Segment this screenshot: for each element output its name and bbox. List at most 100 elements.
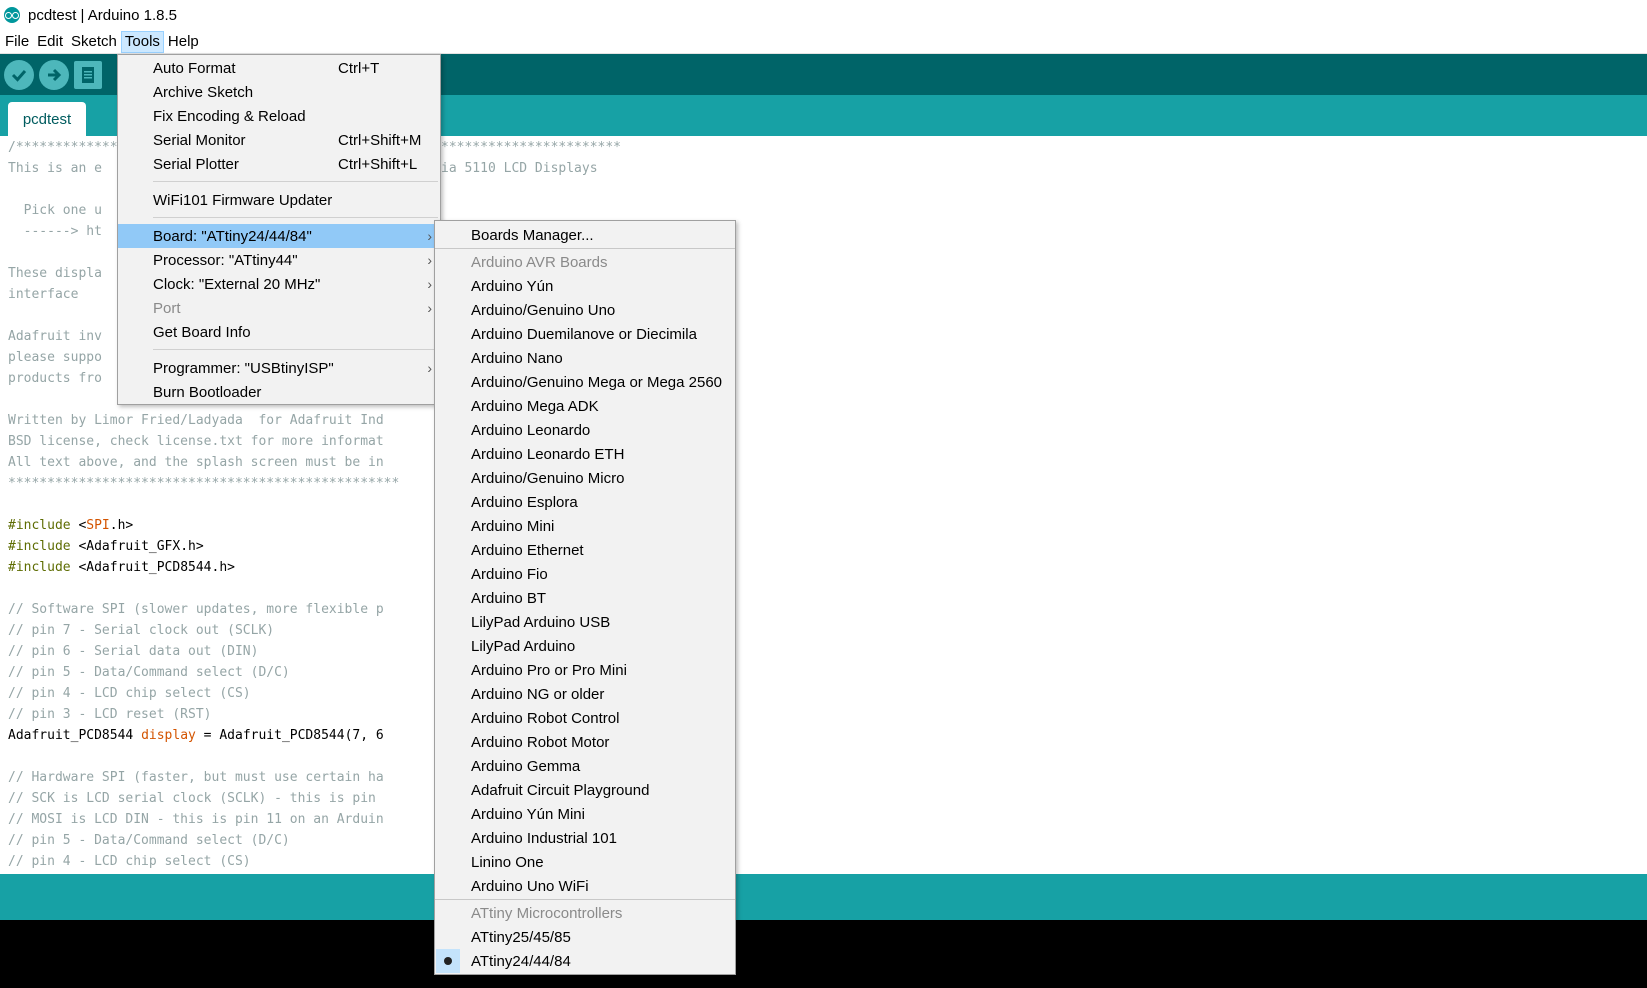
board-label: Arduino Pro or Pro Mini — [471, 661, 627, 679]
board-item[interactable]: Arduino Pro or Pro Mini — [435, 658, 735, 682]
menu-tools[interactable]: Tools — [120, 30, 164, 53]
menu-item-label: WiFi101 Firmware Updater — [153, 191, 333, 209]
board-item[interactable]: Arduino Esplora — [435, 490, 735, 514]
board-label: ATtiny Microcontrollers — [471, 904, 623, 922]
menu-file[interactable]: File — [1, 31, 33, 53]
menu-separator — [153, 217, 438, 218]
board-item[interactable]: Arduino NG or older — [435, 682, 735, 706]
menu-item-label: Auto Format — [153, 59, 236, 77]
menu-item-shortcut: Ctrl+Shift+L — [338, 155, 418, 173]
board-item[interactable]: Arduino Yún — [435, 274, 735, 298]
board-item[interactable]: Arduino Fio — [435, 562, 735, 586]
menu-item-shortcut: Ctrl+Shift+M — [338, 131, 422, 149]
board-label: Arduino Fio — [471, 565, 548, 583]
menu-item-label: Get Board Info — [153, 323, 251, 341]
boards-submenu: Boards Manager... Arduino AVR Boards Ardui… — [434, 220, 736, 975]
board-item[interactable]: Arduino/Genuino Uno — [435, 298, 735, 322]
code-line: // SCK is LCD serial clock (SCLK) - this… — [8, 791, 376, 806]
board-item[interactable]: Arduino Mini — [435, 514, 735, 538]
boards-manager-item[interactable]: Boards Manager... — [435, 223, 735, 247]
board-item[interactable]: Arduino Duemilanove or Diecimila — [435, 322, 735, 346]
board-label: Adafruit Circuit Playground — [471, 781, 650, 799]
verify-button[interactable] — [4, 59, 34, 90]
menu-item-label: Port — [153, 299, 181, 317]
board-item[interactable]: LilyPad Arduino — [435, 634, 735, 658]
menu-item-burn-bootloader[interactable]: Burn Bootloader — [118, 380, 440, 404]
board-item[interactable]: ATtiny24/44/84 — [435, 949, 735, 973]
board-item[interactable]: LilyPad Arduino USB — [435, 610, 735, 634]
upload-button[interactable] — [39, 59, 69, 90]
code-line: // pin 3 - LCD reset (RST) — [8, 707, 212, 722]
board-item[interactable]: Arduino Nano — [435, 346, 735, 370]
board-label: Arduino Nano — [471, 349, 563, 367]
chevron-right-icon: › — [427, 360, 432, 376]
board-item[interactable]: Arduino Ethernet — [435, 538, 735, 562]
board-item[interactable]: Arduino Yún Mini — [435, 802, 735, 826]
board-item[interactable]: ATtiny25/45/85 — [435, 925, 735, 949]
board-item[interactable]: Arduino Leonardo — [435, 418, 735, 442]
code-line: /************* — [8, 140, 118, 155]
menu-item-auto-format[interactable]: Auto Format Ctrl+T — [118, 56, 440, 80]
code-line: All text above, and the splash screen mu… — [8, 455, 384, 470]
tools-menu: Auto Format Ctrl+T Archive Sketch Fix En… — [117, 54, 441, 405]
status-bar — [0, 874, 1647, 920]
menu-item-clock[interactable]: Clock: "External 20 MHz" › — [118, 272, 440, 296]
menu-item-serial-plotter[interactable]: Serial Plotter Ctrl+Shift+L — [118, 152, 440, 176]
board-item[interactable]: Arduino Leonardo ETH — [435, 442, 735, 466]
menu-separator — [153, 181, 438, 182]
board-label: Boards Manager... — [471, 226, 594, 244]
board-item[interactable]: Arduino BT — [435, 586, 735, 610]
board-item[interactable]: Arduino Gemma — [435, 754, 735, 778]
board-item[interactable]: Linino One — [435, 850, 735, 874]
board-item[interactable]: Arduino/Genuino Micro — [435, 466, 735, 490]
board-label: Arduino Robot Motor — [471, 733, 610, 751]
title-bar: pcdtest | Arduino 1.8.5 — [0, 0, 1647, 30]
menu-item-fix-encoding[interactable]: Fix Encoding & Reload — [118, 104, 440, 128]
boards-group-header: ATtiny Microcontrollers — [435, 901, 735, 925]
chevron-right-icon: › — [427, 300, 432, 316]
board-label: ATtiny24/44/84 — [471, 952, 571, 970]
board-label: Linino One — [471, 853, 544, 871]
check-icon — [11, 69, 27, 82]
code-line: products fro — [8, 371, 102, 386]
code-line: please suppo — [8, 350, 102, 365]
board-item[interactable]: Arduino Robot Motor — [435, 730, 735, 754]
menu-sketch[interactable]: Sketch — [67, 31, 121, 53]
board-item[interactable]: Adafruit Circuit Playground — [435, 778, 735, 802]
code-line: This is an e — [8, 161, 102, 176]
code-line: // pin 7 - Serial clock out (SCLK) — [8, 623, 275, 638]
code-line: // pin 6 - Serial data out (DIN) — [8, 644, 259, 659]
menu-item-archive-sketch[interactable]: Archive Sketch — [118, 80, 440, 104]
board-label: Arduino BT — [471, 589, 547, 607]
chevron-right-icon: › — [427, 228, 432, 244]
menu-item-shortcut: Ctrl+T — [338, 59, 380, 77]
new-sketch-button[interactable] — [74, 60, 102, 89]
menu-item-label: Board: "ATtiny24/44/84" — [153, 227, 312, 245]
menu-help[interactable]: Help — [164, 31, 203, 53]
board-item[interactable]: Arduino Uno WiFi — [435, 874, 735, 898]
menu-item-board[interactable]: Board: "ATtiny24/44/84" › — [118, 224, 440, 248]
board-item[interactable]: Arduino Robot Control — [435, 706, 735, 730]
board-label: LilyPad Arduino — [471, 637, 576, 655]
code-line: BSD license, check license.txt for more … — [8, 434, 384, 449]
new-file-icon — [82, 66, 94, 83]
code-line: // pin 4 - LCD chip select (CS) — [8, 686, 251, 701]
menu-item-processor[interactable]: Processor: "ATtiny44" › — [118, 248, 440, 272]
menu-edit[interactable]: Edit — [33, 31, 67, 53]
board-label: Arduino Leonardo — [471, 421, 591, 439]
board-item[interactable]: Arduino/Genuino Mega or Mega 2560 — [435, 370, 735, 394]
menu-separator — [435, 248, 735, 249]
tab-pcdtest[interactable]: pcdtest — [8, 102, 86, 136]
menu-item-programmer[interactable]: Programmer: "USBtinyISP" › — [118, 356, 440, 380]
radio-selected-icon — [436, 949, 460, 973]
code-line: #include <Adafruit_PCD8544.h> — [8, 560, 235, 575]
board-item[interactable]: Arduino Industrial 101 — [435, 826, 735, 850]
menu-item-label: Programmer: "USBtinyISP" — [153, 359, 334, 377]
menu-separator — [435, 899, 735, 900]
board-item[interactable]: Arduino Mega ADK — [435, 394, 735, 418]
menu-item-get-board-info[interactable]: Get Board Info — [118, 320, 440, 344]
menu-item-serial-monitor[interactable]: Serial Monitor Ctrl+Shift+M — [118, 128, 440, 152]
code-line: Pick one u — [8, 203, 102, 218]
board-label: Arduino Duemilanove or Diecimila — [471, 325, 697, 343]
menu-item-wifi101-updater[interactable]: WiFi101 Firmware Updater — [118, 188, 440, 212]
